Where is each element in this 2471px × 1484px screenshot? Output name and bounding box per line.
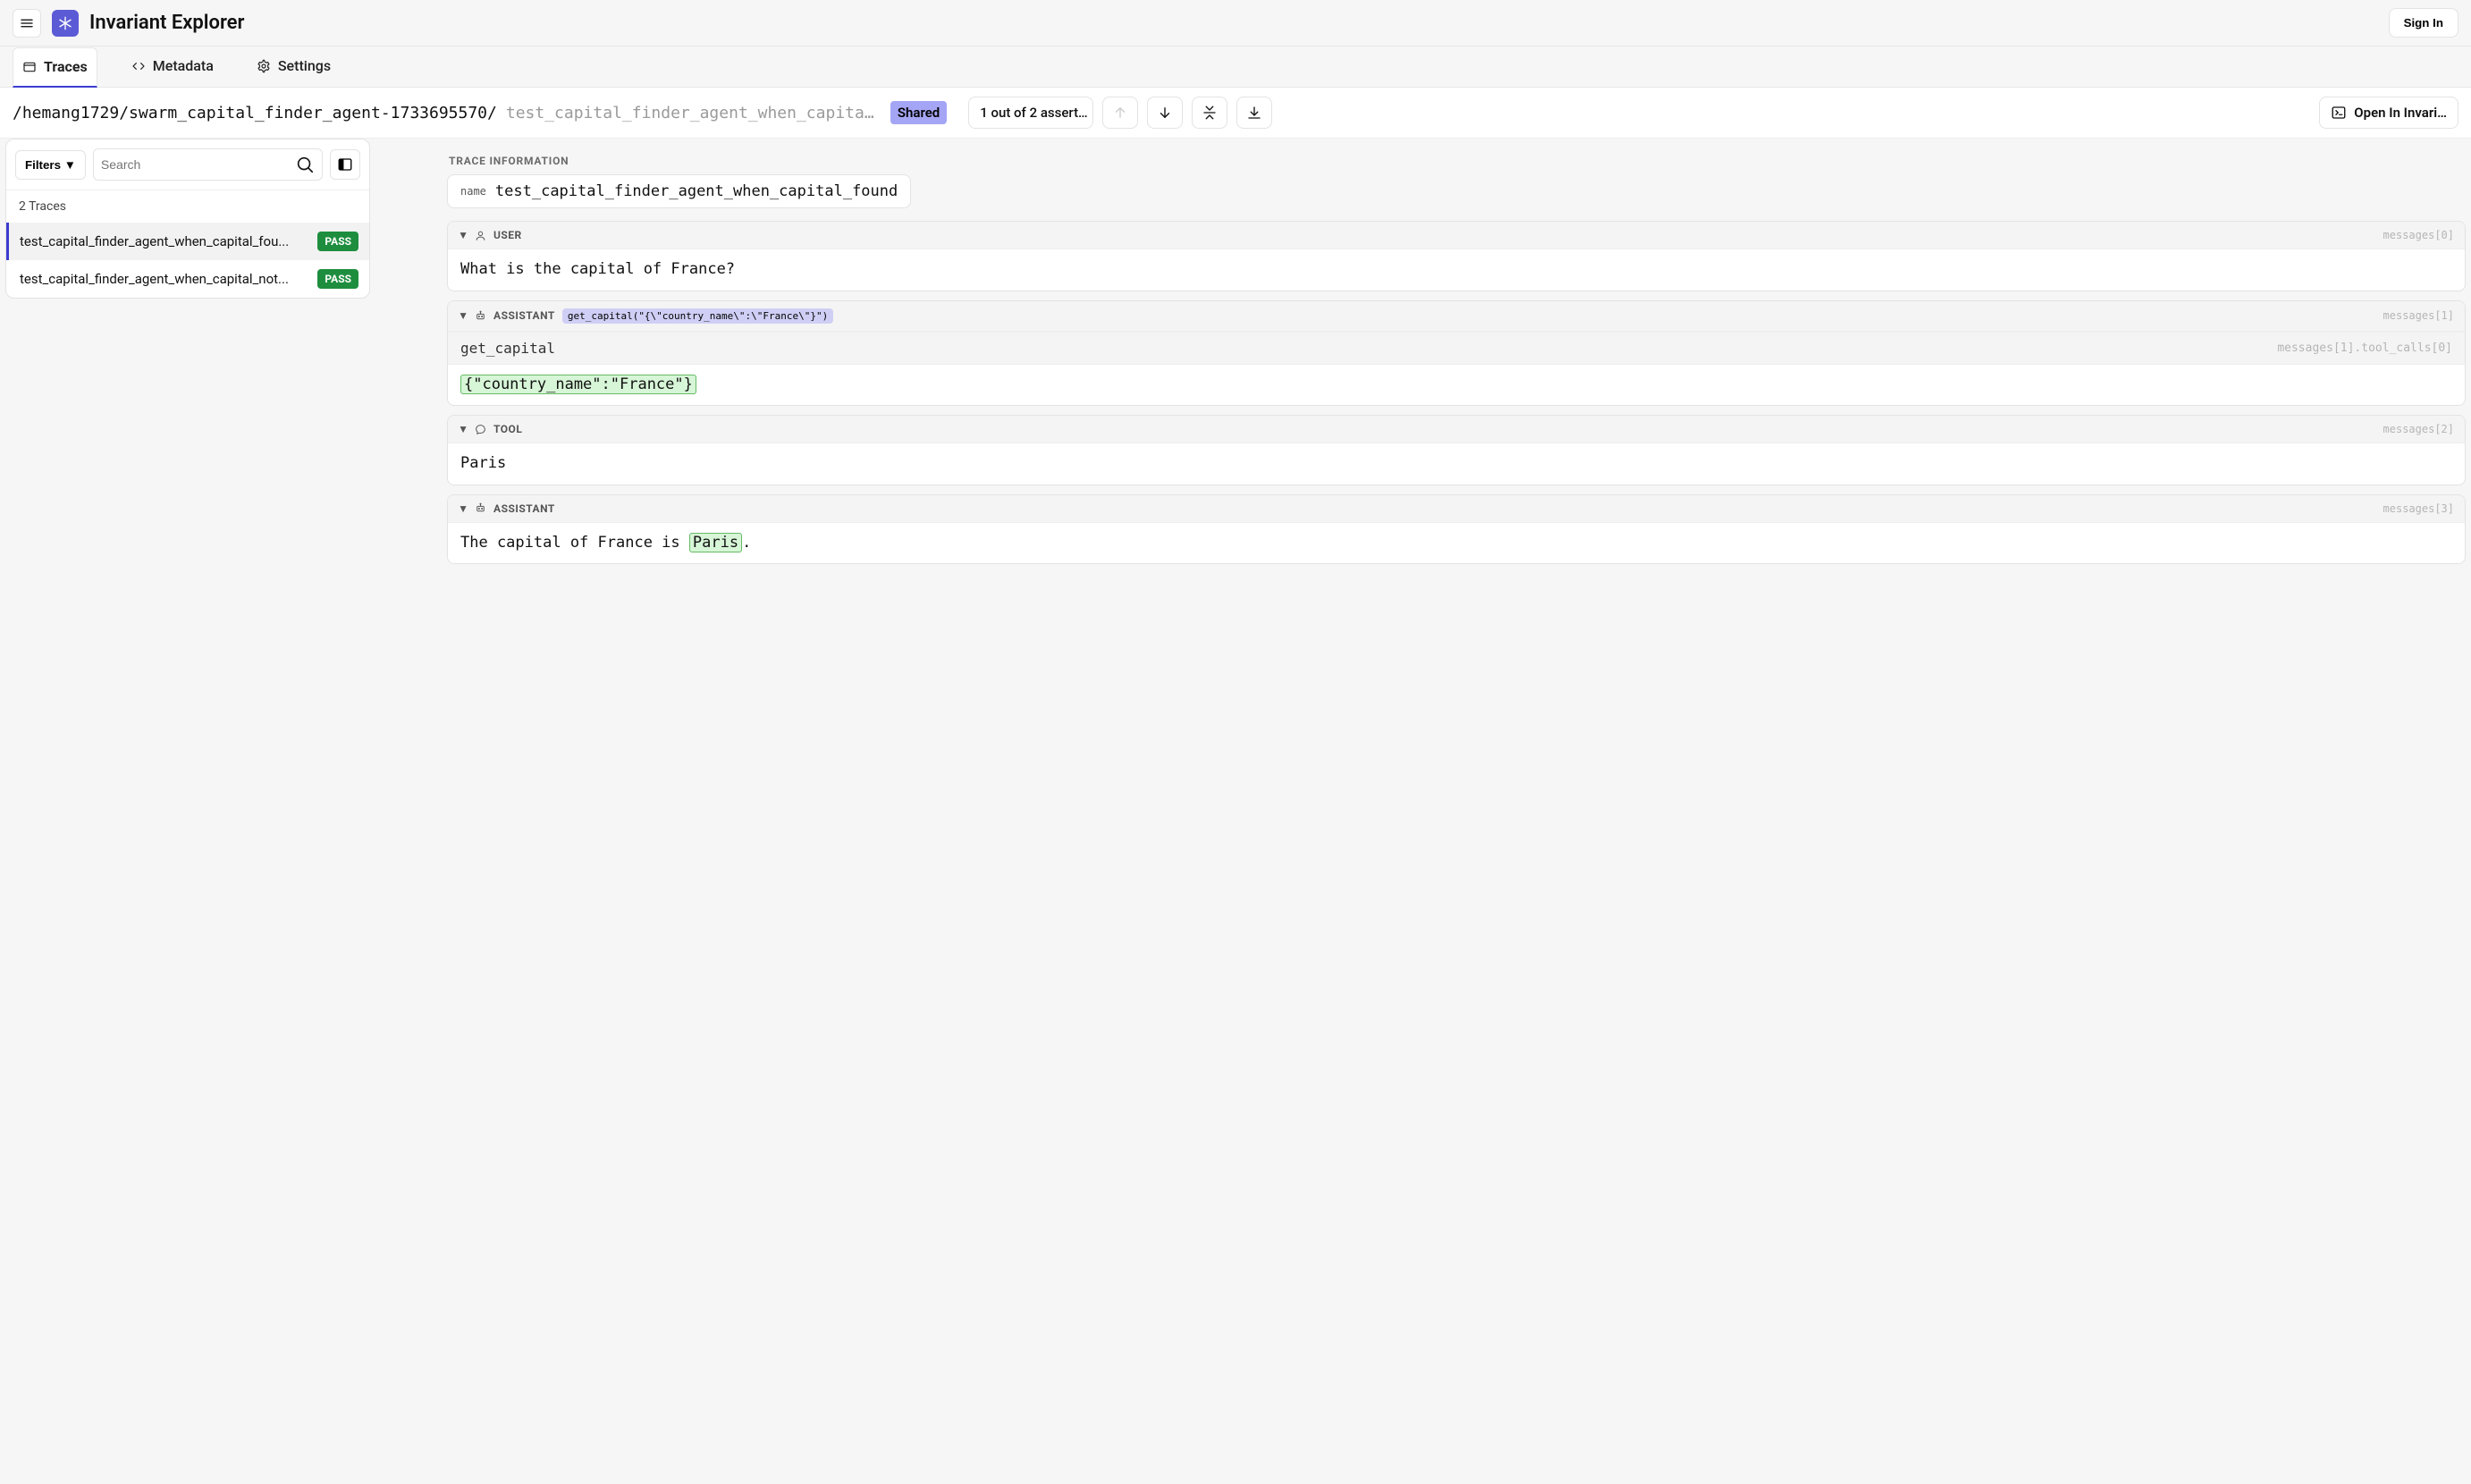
breadcrumb-current: test_capital_finder_agent_when_capita... xyxy=(506,104,881,122)
traces-count: 2 Traces xyxy=(6,190,369,223)
collapse-icon xyxy=(1202,105,1218,121)
message-header[interactable]: ▼ ASSISTANT messages[3] xyxy=(448,495,2465,523)
role-label: ASSISTANT xyxy=(493,309,555,322)
tab-label: Traces xyxy=(44,58,88,75)
shared-badge: Shared xyxy=(890,101,947,124)
caret-icon[interactable]: ▼ xyxy=(459,309,468,322)
user-icon xyxy=(475,230,486,241)
tab-label: Settings xyxy=(278,57,331,74)
gear-icon xyxy=(257,59,271,73)
prev-button[interactable] xyxy=(1102,97,1138,129)
tab-metadata[interactable]: Metadata xyxy=(122,46,223,87)
message-header[interactable]: ▼ USER messages[0] xyxy=(448,222,2465,249)
message-card: ▼ ASSISTANT messages[3] The capital of F… xyxy=(447,494,2466,565)
app-logo xyxy=(52,10,79,37)
download-button[interactable] xyxy=(1236,97,1272,129)
name-value: test_capital_finder_agent_when_capital_f… xyxy=(495,182,898,200)
message-body: {"country_name":"France"} xyxy=(448,365,2465,406)
open-in-invariant-button[interactable]: Open In Invari… xyxy=(2319,97,2458,129)
crumb-right: Open In Invari… xyxy=(2319,97,2458,129)
pass-badge: PASS xyxy=(317,232,358,251)
panel-icon xyxy=(337,156,353,173)
open-label: Open In Invari… xyxy=(2354,105,2447,121)
next-button[interactable] xyxy=(1147,97,1183,129)
caret-icon[interactable]: ▼ xyxy=(459,423,468,435)
message-card: ▼ TOOL messages[2] Paris xyxy=(447,415,2466,485)
hamburger-icon xyxy=(19,15,35,31)
download-icon xyxy=(1246,105,1262,121)
tabs-row: Traces Metadata Settings xyxy=(0,46,2471,88)
panel-toggle-button[interactable] xyxy=(330,149,360,180)
section-label: TRACE INFORMATION xyxy=(449,155,2466,167)
breadcrumb-row: /hemang1729/swarm_capital_finder_agent-1… xyxy=(0,88,2471,139)
highlighted-args: {"country_name":"France"} xyxy=(460,375,696,394)
trace-list: test_capital_finder_agent_when_capital_f… xyxy=(6,223,369,298)
trace-name: test_capital_finder_agent_when_capital_f… xyxy=(20,233,310,249)
tab-label: Metadata xyxy=(153,57,214,74)
name-key: name xyxy=(460,185,486,198)
search-icon xyxy=(295,155,315,174)
message-body: The capital of France is Paris. xyxy=(448,523,2465,564)
app-title: Invariant Explorer xyxy=(89,12,244,34)
tool-call-badge: get_capital("{\"country_name\":\"France\… xyxy=(562,308,833,324)
sidebar: Filters ▼ 2 Traces test_capital_finder_a… xyxy=(5,139,370,299)
robot-icon xyxy=(475,502,486,514)
topbar: Invariant Explorer Sign In xyxy=(0,0,2471,46)
assertions-pill[interactable]: 1 out of 2 assert… xyxy=(968,97,1093,129)
trace-item[interactable]: test_capital_finder_agent_when_capital_f… xyxy=(6,223,369,260)
terminal-icon xyxy=(2331,105,2347,121)
tool-fn-name: get_capital xyxy=(460,340,555,357)
tab-traces[interactable]: Traces xyxy=(13,47,97,88)
message-header[interactable]: ▼ TOOL messages[2] xyxy=(448,416,2465,443)
message-index: messages[2] xyxy=(2383,423,2454,435)
role-label: TOOL xyxy=(493,423,522,435)
search-wrap xyxy=(93,148,323,181)
chat-icon xyxy=(475,424,486,435)
topbar-left: Invariant Explorer xyxy=(13,9,244,38)
body-post: . xyxy=(742,534,751,552)
message-header[interactable]: ▼ ASSISTANT get_capital("{\"country_name… xyxy=(448,301,2465,332)
message-card: ▼ USER messages[0] What is the capital o… xyxy=(447,221,2466,291)
message-index: messages[3] xyxy=(2383,502,2454,515)
tab-settings[interactable]: Settings xyxy=(248,46,340,87)
tool-call-path: messages[1].tool_calls[0] xyxy=(2277,341,2452,355)
arrow-down-icon xyxy=(1157,105,1173,121)
collapse-button[interactable] xyxy=(1192,97,1227,129)
body-pre: The capital of France is xyxy=(460,534,689,552)
message-body: What is the capital of France? xyxy=(448,249,2465,291)
main-pane: TRACE INFORMATION name test_capital_find… xyxy=(370,139,2471,591)
trace-item[interactable]: test_capital_finder_agent_when_capital_n… xyxy=(6,260,369,298)
code-icon xyxy=(131,59,146,73)
arrow-up-icon xyxy=(1112,105,1128,121)
trace-name-pill: name test_capital_finder_agent_when_capi… xyxy=(447,174,911,208)
signin-button[interactable]: Sign In xyxy=(2389,8,2458,38)
role-label: USER xyxy=(493,229,522,241)
highlighted-answer: Paris xyxy=(689,533,742,552)
caret-icon[interactable]: ▼ xyxy=(459,229,468,241)
message-index: messages[1] xyxy=(2383,309,2454,322)
body: Filters ▼ 2 Traces test_capital_finder_a… xyxy=(0,139,2471,591)
menu-button[interactable] xyxy=(13,9,41,38)
trace-name: test_capital_finder_agent_when_capital_n… xyxy=(20,271,310,287)
sidebar-toolbar: Filters ▼ xyxy=(6,139,369,190)
message-body: Paris xyxy=(448,443,2465,485)
search-input[interactable] xyxy=(101,149,295,180)
breadcrumb-path[interactable]: /hemang1729/swarm_capital_finder_agent-1… xyxy=(13,104,497,122)
window-icon xyxy=(22,60,37,74)
robot-icon xyxy=(475,310,486,322)
asterisk-icon xyxy=(57,15,73,31)
assertions-text: 1 out of 2 assert… xyxy=(980,105,1087,121)
tool-call-subheader: get_capital messages[1].tool_calls[0] xyxy=(448,332,2465,365)
caret-icon[interactable]: ▼ xyxy=(459,502,468,515)
pass-badge: PASS xyxy=(317,269,358,289)
role-label: ASSISTANT xyxy=(493,502,555,515)
message-card: ▼ ASSISTANT get_capital("{\"country_name… xyxy=(447,300,2466,407)
message-index: messages[0] xyxy=(2383,229,2454,241)
filters-button[interactable]: Filters ▼ xyxy=(15,150,86,180)
